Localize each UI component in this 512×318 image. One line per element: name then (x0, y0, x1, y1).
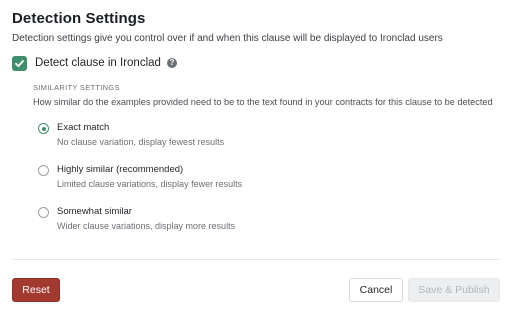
option-hint: No clause variation, display fewest resu… (57, 137, 225, 147)
detection-settings-panel: Detection Settings Detection settings gi… (0, 0, 512, 318)
option-label: Somewhat similar (57, 206, 132, 217)
option-label: Exact match (57, 122, 110, 133)
page-subtitle: Detection settings give you control over… (12, 33, 443, 44)
reset-button[interactable]: Reset (12, 278, 60, 302)
cancel-button[interactable]: Cancel (349, 278, 403, 302)
detect-clause-row[interactable]: Detect clause in Ironclad ? (12, 55, 177, 71)
similarity-settings-description: How similar do the examples provided nee… (33, 97, 493, 107)
detect-clause-label: Detect clause in Ironclad (35, 57, 161, 69)
radio-somewhat-similar[interactable] (38, 207, 49, 218)
save-and-publish-button[interactable]: Save & Publish (408, 278, 500, 302)
option-label: Highly similar (recommended) (57, 164, 184, 175)
radio-highly-similar[interactable] (38, 165, 49, 176)
detect-clause-checkbox[interactable] (12, 55, 27, 71)
radio-exact-match[interactable] (38, 123, 49, 134)
similarity-settings-heading: SIMILARITY SETTINGS (33, 83, 120, 92)
option-hint: Wider clause variations, display more re… (57, 221, 236, 231)
page-title: Detection Settings (12, 10, 146, 27)
help-icon[interactable]: ? (166, 58, 177, 68)
checkmark-icon (15, 59, 24, 67)
option-hint: Limited clause variations, display fewer… (57, 179, 243, 189)
footer-divider (12, 259, 500, 260)
